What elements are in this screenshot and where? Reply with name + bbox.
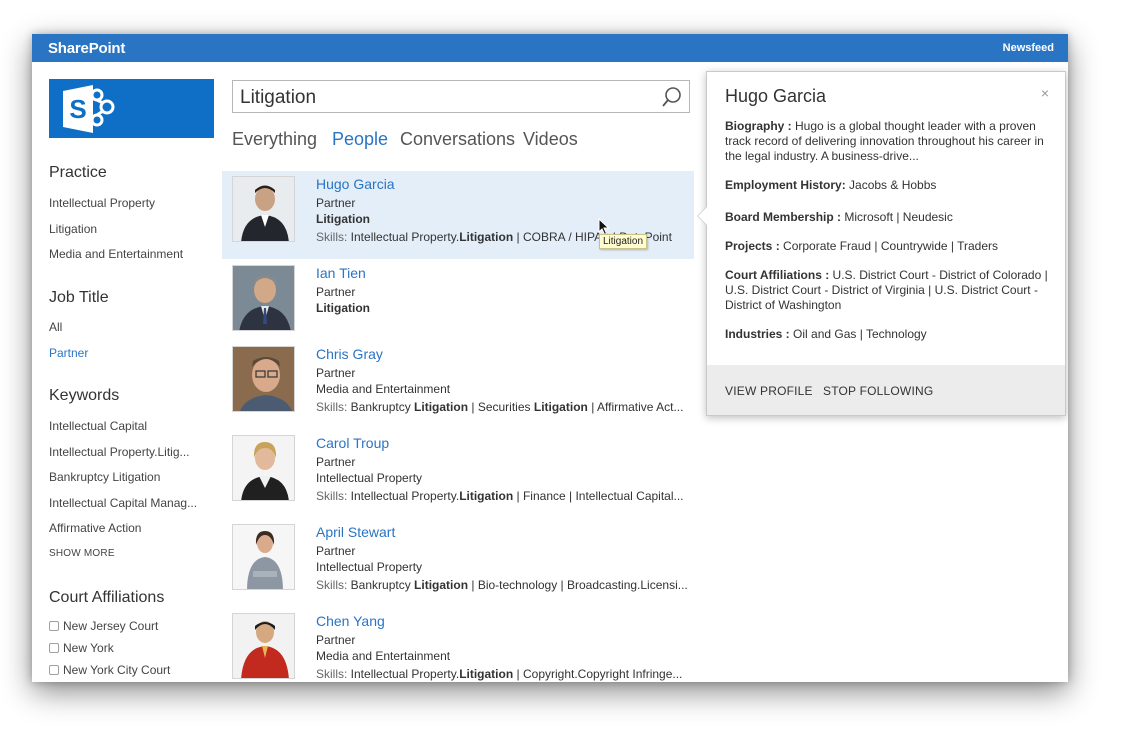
person-role: Partner: [316, 366, 356, 380]
tab-conversations[interactable]: Conversations: [400, 129, 515, 150]
result-item[interactable]: Chris Gray Partner Media and Entertainme…: [222, 341, 694, 429]
search-icon[interactable]: [661, 86, 683, 113]
card-pointer-inner: [698, 207, 707, 225]
checkbox[interactable]: [49, 665, 59, 675]
refiner-item-keyword[interactable]: Intellectual Capital Manag...: [49, 496, 197, 510]
result-item[interactable]: April Stewart Partner Intellectual Prope…: [222, 519, 694, 607]
svg-text:S: S: [69, 94, 86, 124]
refiner-checkbox-new-york[interactable]: New York: [49, 641, 114, 655]
person-role: Partner: [316, 544, 356, 558]
refiner-item-keyword[interactable]: Bankruptcy Litigation: [49, 470, 160, 484]
card-biography: Biography : Hugo is a global thought lea…: [725, 119, 1044, 163]
person-skills: Skills: Intellectual Property.Litigation…: [316, 489, 684, 503]
refiner-item-keyword[interactable]: Intellectual Capital: [49, 419, 147, 433]
refiner-title-keywords: Keywords: [49, 387, 120, 404]
person-photo[interactable]: [232, 524, 295, 590]
person-role: Partner: [316, 455, 356, 469]
checkbox[interactable]: [49, 621, 59, 631]
person-name-link[interactable]: Chen Yang: [316, 613, 385, 629]
search-query: Litigation: [240, 87, 317, 108]
person-department: Intellectual Property: [316, 471, 423, 485]
refiner-item-keyword[interactable]: Intellectual Property.Litig...: [49, 445, 190, 459]
person-photo[interactable]: [232, 176, 295, 242]
person-role: Partner: [316, 633, 356, 647]
person-hover-card: Hugo Garcia × Biography : Hugo is a glob…: [697, 71, 1066, 416]
person-name-link[interactable]: April Stewart: [316, 524, 395, 540]
person-skills: Skills: Intellectual Property.Litigation…: [316, 667, 683, 681]
refiner-title-court-affiliations: Court Affiliations: [49, 589, 165, 606]
refiner-title-practice: Practice: [49, 164, 107, 181]
refiner-item-litigation[interactable]: Litigation: [49, 222, 97, 236]
sharepoint-logo-icon: S: [63, 85, 115, 133]
view-profile-button[interactable]: VIEW PROFILE: [725, 384, 813, 398]
suite-bar: SharePoint Newsfeed: [32, 34, 1068, 62]
show-more-link[interactable]: SHOW MORE: [49, 548, 115, 559]
person-name-link[interactable]: Hugo Garcia: [316, 176, 395, 192]
refiner-item-all[interactable]: All: [49, 320, 62, 334]
card-projects: Projects : Corporate Fraud | Countrywide…: [725, 239, 999, 253]
person-photo[interactable]: [232, 435, 295, 501]
tab-videos[interactable]: Videos: [523, 129, 578, 150]
close-icon[interactable]: ×: [1041, 85, 1049, 101]
refiner-item-media-entertainment[interactable]: Media and Entertainment: [49, 247, 183, 261]
person-name-link[interactable]: Carol Troup: [316, 435, 389, 451]
result-item[interactable]: Ian Tien Partner Litigation: [222, 260, 694, 348]
refiner-checkbox-new-jersey[interactable]: New Jersey Court: [49, 619, 158, 633]
card-person-name[interactable]: Hugo Garcia: [725, 86, 826, 107]
result-item[interactable]: Chen Yang Partner Media and Entertainmen…: [222, 608, 694, 682]
person-department: Litigation: [316, 301, 370, 315]
person-skills: Skills: Bankruptcy Litigation | Bio-tech…: [316, 578, 688, 592]
tab-everything[interactable]: Everything: [232, 129, 317, 150]
person-department: Media and Entertainment: [316, 649, 451, 663]
person-department: Intellectual Property: [316, 560, 423, 574]
person-role: Partner: [316, 196, 356, 210]
card-industries: Industries : Oil and Gas | Technology: [725, 327, 927, 341]
person-photo[interactable]: [232, 346, 295, 412]
person-department: Litigation: [316, 212, 370, 226]
person-role: Partner: [316, 285, 356, 299]
card-court-affiliations: Court Affiliations : U.S. District Court…: [725, 268, 1048, 312]
search-input[interactable]: Litigation: [232, 80, 690, 113]
person-skills: Skills: Bankruptcy Litigation | Securiti…: [316, 400, 684, 414]
newsfeed-link[interactable]: Newsfeed: [1003, 42, 1054, 54]
card-board-membership: Board Membership : Microsoft | Neudesic: [725, 210, 953, 224]
sharepoint-window: SharePoint Newsfeed S Practice Intellect…: [32, 34, 1068, 682]
refiner-title-job-title: Job Title: [49, 289, 109, 306]
tooltip: Litigation: [599, 234, 648, 249]
stop-following-button[interactable]: STOP FOLLOWING: [823, 384, 933, 398]
tab-people[interactable]: People: [332, 129, 388, 150]
person-name-link[interactable]: Chris Gray: [316, 346, 383, 362]
checkbox[interactable]: [49, 643, 59, 653]
person-photo[interactable]: [232, 265, 295, 331]
card-employment-history: Employment History: Jacobs & Hobbs: [725, 178, 937, 192]
result-item[interactable]: Carol Troup Partner Intellectual Propert…: [222, 430, 694, 518]
sharepoint-logo[interactable]: S: [49, 79, 214, 138]
person-photo[interactable]: [232, 613, 295, 679]
refiner-item-partner[interactable]: Partner: [49, 346, 88, 360]
refiner-item-keyword[interactable]: Affirmative Action: [49, 521, 141, 535]
person-department: Media and Entertainment: [316, 382, 451, 396]
person-name-link[interactable]: Ian Tien: [316, 265, 366, 281]
refiner-item-intellectual-property[interactable]: Intellectual Property: [49, 196, 155, 210]
brand-link[interactable]: SharePoint: [48, 40, 125, 57]
card-footer: VIEW PROFILE STOP FOLLOWING: [707, 365, 1065, 415]
refiner-checkbox-new-york-city[interactable]: New York City Court: [49, 663, 170, 677]
